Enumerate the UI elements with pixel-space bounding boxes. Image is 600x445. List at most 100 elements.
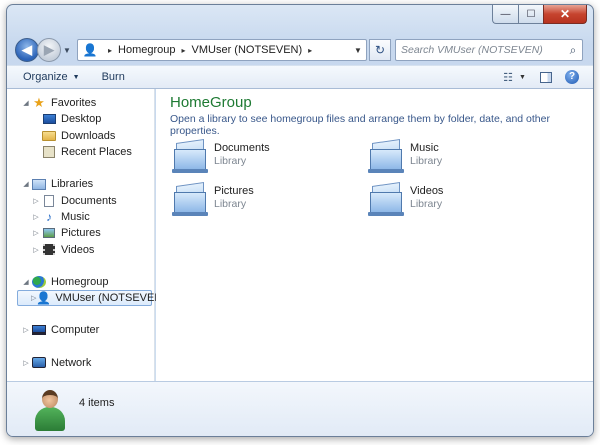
address-bar[interactable]: 👤 ▸ Homegroup ▸ VMUser (NOTSEVEN) ▸ ▼ bbox=[77, 39, 367, 61]
sidebar-item-recent-places[interactable]: Recent Places bbox=[7, 144, 154, 160]
change-view-button[interactable]: ☷ bbox=[499, 69, 517, 85]
sidebar-item-label: Favorites bbox=[51, 97, 97, 110]
sidebar-item-libraries[interactable]: ◢ Libraries bbox=[7, 176, 154, 192]
help-button[interactable]: ? bbox=[563, 69, 581, 85]
burn-button[interactable]: Burn bbox=[102, 71, 125, 83]
navigation-pane: ◢ ★ Favorites Desktop Downloads Recent P… bbox=[7, 89, 166, 381]
explorer-window: — ☐ ✕ ◀ ▶ ▼ 👤 ▸ Homegroup ▸ VMUser (NOTS… bbox=[6, 4, 594, 437]
user-avatar-icon bbox=[33, 390, 67, 432]
library-icon bbox=[172, 139, 208, 173]
page-subtitle: Open a library to see homegroup files an… bbox=[170, 113, 550, 137]
sidebar-item-homegroup[interactable]: ◢ Homegroup bbox=[7, 274, 154, 290]
sidebar-item-label: Computer bbox=[51, 324, 100, 337]
maximize-button[interactable]: ☐ bbox=[518, 5, 543, 24]
sidebar-item-label: Music bbox=[61, 210, 90, 223]
library-icon bbox=[368, 139, 404, 173]
music-icon: ♪ bbox=[46, 209, 52, 224]
sidebar-item-label: Libraries bbox=[51, 178, 94, 191]
library-icon bbox=[172, 182, 208, 216]
library-kind: Library bbox=[214, 155, 247, 167]
caption-buttons: — ☐ ✕ bbox=[492, 5, 587, 24]
sidebar-item-music[interactable]: ▷ ♪ Music bbox=[7, 209, 154, 225]
sidebar-item-label: Homegroup bbox=[51, 275, 109, 288]
sidebar-item-pictures[interactable]: ▷ Pictures bbox=[7, 225, 154, 241]
collapsed-arrow-icon[interactable]: ▷ bbox=[31, 229, 41, 237]
sidebar-item-videos[interactable]: ▷ Videos bbox=[7, 241, 154, 257]
breadcrumb-separator[interactable]: ▸ bbox=[108, 46, 112, 55]
search-icon[interactable]: ⌕ bbox=[564, 43, 582, 58]
expanded-arrow-icon[interactable]: ◢ bbox=[21, 99, 31, 107]
videos-icon bbox=[41, 243, 57, 257]
page-title: HomeGroup bbox=[170, 94, 252, 111]
sidebar-item-label: Desktop bbox=[61, 113, 102, 126]
close-button[interactable]: ✕ bbox=[543, 5, 587, 24]
recent-pages-dropdown[interactable]: ▼ bbox=[63, 46, 73, 55]
recent-places-icon bbox=[41, 145, 57, 159]
organize-label: Organize bbox=[23, 71, 68, 83]
documents-icon bbox=[41, 194, 57, 208]
user-icon: 👤 bbox=[36, 291, 52, 306]
chevron-down-icon: ▼ bbox=[72, 73, 80, 81]
item-count: 4 items bbox=[79, 397, 115, 409]
library-tile-pictures[interactable]: Pictures Library bbox=[172, 182, 352, 220]
library-name: Pictures bbox=[214, 185, 254, 197]
library-tile-music[interactable]: Music Library bbox=[368, 139, 548, 177]
library-icon bbox=[368, 182, 404, 216]
refresh-button[interactable]: ↻ bbox=[369, 39, 391, 61]
library-name: Documents bbox=[214, 142, 270, 154]
sidebar-item-label: Downloads bbox=[61, 129, 116, 142]
library-name: Videos bbox=[410, 185, 444, 197]
pictures-icon bbox=[41, 226, 57, 240]
collapsed-arrow-icon[interactable]: ▷ bbox=[31, 197, 41, 205]
library-tile-videos[interactable]: Videos Library bbox=[368, 182, 548, 220]
library-kind: Library bbox=[214, 198, 247, 210]
sidebar-item-computer[interactable]: ▷ Computer bbox=[7, 322, 154, 338]
collapsed-arrow-icon[interactable]: ▷ bbox=[21, 326, 31, 334]
view-controls: ☷ ▼ ? bbox=[491, 69, 593, 85]
sidebar-item-downloads[interactable]: Downloads bbox=[7, 128, 154, 144]
user-icon: 👤 bbox=[82, 43, 98, 57]
collapsed-arrow-icon[interactable]: ▷ bbox=[31, 246, 41, 254]
view-options-dropdown[interactable]: ▼ bbox=[519, 74, 529, 81]
minimize-button[interactable]: — bbox=[492, 5, 518, 24]
search-input[interactable]: Search VMUser (NOTSEVEN) ⌕ bbox=[395, 39, 583, 61]
sidebar-item-label: VMUser (NOTSEVEN) bbox=[55, 292, 166, 305]
breadcrumb-homegroup[interactable]: Homegroup bbox=[118, 44, 175, 56]
burn-label: Burn bbox=[101, 71, 125, 83]
preview-pane-icon bbox=[540, 71, 552, 83]
sidebar-item-desktop[interactable]: Desktop bbox=[7, 111, 154, 127]
breadcrumb-vmuser[interactable]: VMUser (NOTSEVEN) bbox=[192, 44, 303, 56]
collapsed-arrow-icon[interactable]: ▷ bbox=[31, 213, 41, 221]
expanded-arrow-icon[interactable]: ◢ bbox=[21, 278, 31, 286]
computer-icon bbox=[31, 323, 47, 337]
sidebar-item-network[interactable]: ▷ Network bbox=[7, 355, 154, 371]
sidebar-item-label: Documents bbox=[61, 194, 117, 207]
organize-button[interactable]: Organize ▼ bbox=[23, 71, 80, 83]
sidebar-item-documents[interactable]: ▷ Documents bbox=[7, 192, 154, 208]
desktop-icon bbox=[41, 112, 57, 126]
sidebar-item-label: Network bbox=[51, 356, 92, 369]
star-icon: ★ bbox=[33, 95, 45, 111]
collapsed-arrow-icon[interactable]: ▷ bbox=[21, 359, 31, 367]
content-pane: HomeGroup Open a library to see homegrou… bbox=[156, 89, 593, 381]
library-kind: Library bbox=[410, 155, 443, 167]
command-bar: Organize ▼ Burn ☷ ▼ ? bbox=[7, 65, 593, 89]
homegroup-icon bbox=[31, 275, 47, 289]
libraries-icon bbox=[31, 177, 47, 191]
preview-pane-button[interactable] bbox=[537, 69, 555, 85]
expanded-arrow-icon[interactable]: ◢ bbox=[21, 180, 31, 188]
address-history-dropdown[interactable]: ▼ bbox=[350, 46, 366, 55]
breadcrumb-separator[interactable]: ▸ bbox=[182, 46, 186, 55]
sidebar-item-label: Pictures bbox=[61, 227, 101, 240]
library-tile-documents[interactable]: Documents Library bbox=[172, 139, 352, 177]
help-icon: ? bbox=[565, 70, 579, 84]
back-button[interactable]: ◀ bbox=[15, 38, 39, 62]
forward-button[interactable]: ▶ bbox=[37, 38, 61, 62]
navigation-row: ◀ ▶ ▼ 👤 ▸ Homegroup ▸ VMUser (NOTSEVEN) … bbox=[15, 37, 583, 63]
sidebar-item-favorites[interactable]: ◢ ★ Favorites bbox=[7, 95, 154, 111]
sidebar-item-vmuser[interactable]: ▷ 👤 VMUser (NOTSEVEN) bbox=[17, 289, 166, 307]
search-placeholder: Search VMUser (NOTSEVEN) bbox=[401, 44, 543, 56]
library-name: Music bbox=[410, 142, 439, 154]
breadcrumb-separator[interactable]: ▸ bbox=[308, 46, 312, 55]
details-view-icon: ☷ bbox=[503, 71, 513, 84]
